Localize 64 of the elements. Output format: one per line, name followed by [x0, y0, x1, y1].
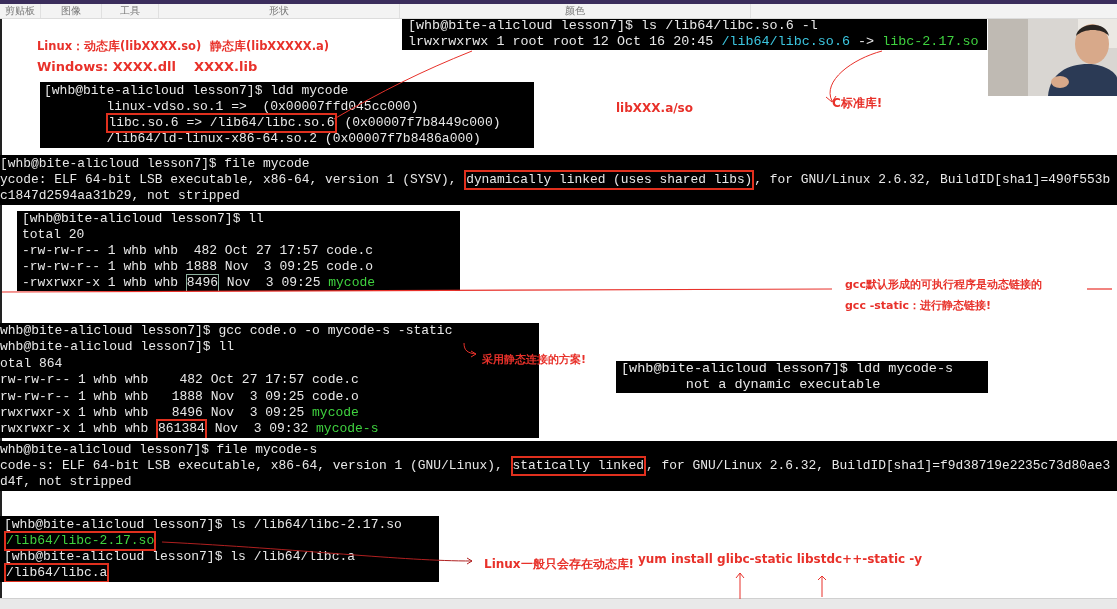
terminal-text: [whb@bite-alicloud lesson7]$ ls /lib64/libc.so.6 -l: [408, 18, 818, 34]
terminal-text: [whb@bite-alicloud lesson7]$ ldd mycode-s: [621, 361, 954, 377]
terminal-text: [whb@bite-alicloud lesson7]$ ls /lib64/libc-2.17.so: [4, 517, 402, 533]
terminal-text: [whb@bite-alicloud lesson7]$ ldd mycode: [44, 83, 349, 99]
horizontal-scrollbar[interactable]: [0, 598, 1117, 609]
file-name: mycode-s: [316, 421, 379, 438]
terminal-text: -rwxrwxr-x 1 whb whb: [22, 275, 180, 291]
ribbon-group-label[interactable]: 工具: [102, 4, 159, 18]
file-name: libc-2.17.so: [882, 34, 979, 50]
terminal-text: , for GNU/Linux 2.6.32, BuildID[sha1]=f9d38719e2235c73d80ae3: [646, 458, 1111, 474]
terminal-text: /lib64/ld-linux-x86-64.so.2 (0x00007f7b8486a000): [106, 131, 481, 147]
terminal-text: lrwxrwxrwx 1 root root 12 Oct 16 20:45: [408, 34, 715, 50]
terminal-text: rwxrwxr-x 1 whb whb 8496 Nov 3 09:25: [0, 405, 306, 422]
annotation-text: Linux：动态库(libXXXX.so): [37, 39, 202, 54]
terminal-text: ycode: ELF 64-bit LSB executable, x86-64, version 1 (SYSV),: [0, 172, 458, 188]
terminal-text: code-s: ELF 64-bit LSB executable, x86-64, version 1 (GNU/Linux),: [0, 458, 504, 474]
ribbon-group-label[interactable]: 颜色: [400, 4, 751, 18]
link-path: /lib64/libc.so.6: [721, 34, 850, 50]
ink-line: [1086, 288, 1113, 290]
terminal-text: [whb@bite-alicloud lesson7]$ ll: [22, 211, 264, 227]
annotation-text: Linux一般只会存在动态库!: [484, 556, 635, 573]
annotation-text: gcc -static：进行静态链接!: [845, 298, 992, 313]
terminal-text: [whb@bite-alicloud lesson7]$ file mycode: [0, 156, 310, 172]
terminal-text: c1847d2594aa31b29, not stripped: [0, 188, 240, 204]
terminal-text: rw-rw-r-- 1 whb whb 482 Oct 27 17:57 code.c: [0, 372, 359, 389]
ribbon-group-label[interactable]: 形状: [159, 4, 400, 18]
annotation-text: C标准库!: [832, 95, 883, 112]
annotation-text: XXXX.lib: [194, 59, 258, 74]
highlighted-text: dynamically linked (uses shared libs): [464, 170, 755, 190]
highlighted-text: statically linked: [510, 456, 647, 476]
annotation-text: libXXX.a/so: [616, 101, 693, 115]
terminal-text: otal 864: [0, 355, 63, 373]
highlighted-text: 8496: [185, 274, 220, 291]
ink-arrow: [817, 575, 827, 598]
terminal-text: -rw-rw-r-- 1 whb whb 482 Oct 27 17:57 code.c: [22, 243, 374, 259]
file-name: mycode: [328, 275, 376, 291]
highlighted-text: /lib64/libc-2.17.so: [4, 531, 157, 551]
annotation-text: Windows: XXXX.dll: [37, 59, 176, 74]
terminal-text: whb@bite-alicloud lesson7]$ gcc code.o -o mycode-s -static: [0, 323, 453, 340]
terminal-text: [whb@bite-alicloud lesson7]$ ls /lib64/libc.a: [4, 549, 356, 565]
terminal-text: (0x00007f7b8449c000): [343, 115, 501, 131]
highlighted-text: libc.so.6 => /lib64/libc.so.6: [106, 113, 337, 133]
ink-arrow: [463, 342, 477, 358]
ink-arrow: [735, 572, 745, 600]
terminal-text: whb@bite-alicloud lesson7]$ ll: [0, 339, 235, 356]
annotation-text: gcc默认形成的可执行程序是动态链接的: [845, 277, 1042, 292]
ribbon-group-label[interactable]: 剪贴板: [0, 4, 41, 18]
terminal-text: rw-rw-r-- 1 whb whb 1888 Nov 3 09:25 code.o: [0, 388, 359, 406]
terminal-text: rwxrwxr-x 1 whb whb: [0, 421, 150, 438]
terminal-text: ->: [857, 34, 876, 50]
file-name: mycode: [312, 405, 359, 422]
highlighted-text: /lib64/libc.a: [4, 563, 110, 582]
terminal-text: not a dynamic executable: [684, 377, 881, 393]
terminal-text: -rw-rw-r-- 1 whb whb 1888 Nov 3 09:25 code.o: [22, 259, 374, 275]
annotation-text: 静态库(libXXXXX.a): [210, 39, 330, 54]
terminal-text: , for GNU/Linux 2.6.32, BuildID[sha1]=490f553b: [754, 172, 1111, 188]
terminal-text: d4f, not stripped: [0, 474, 132, 490]
terminal-text: whb@bite-alicloud lesson7]$ file mycode-s: [0, 442, 318, 458]
terminal-text: Nov 3 09:25: [225, 275, 322, 291]
terminal-text: Nov 3 09:32: [213, 421, 310, 438]
ribbon-group-label[interactable]: 图像: [41, 4, 102, 18]
terminal-text: total 20: [22, 227, 85, 243]
annotation-text: yum install glibc-static libstdc++-static -y: [638, 552, 923, 566]
highlighted-text: 861384: [156, 419, 207, 438]
